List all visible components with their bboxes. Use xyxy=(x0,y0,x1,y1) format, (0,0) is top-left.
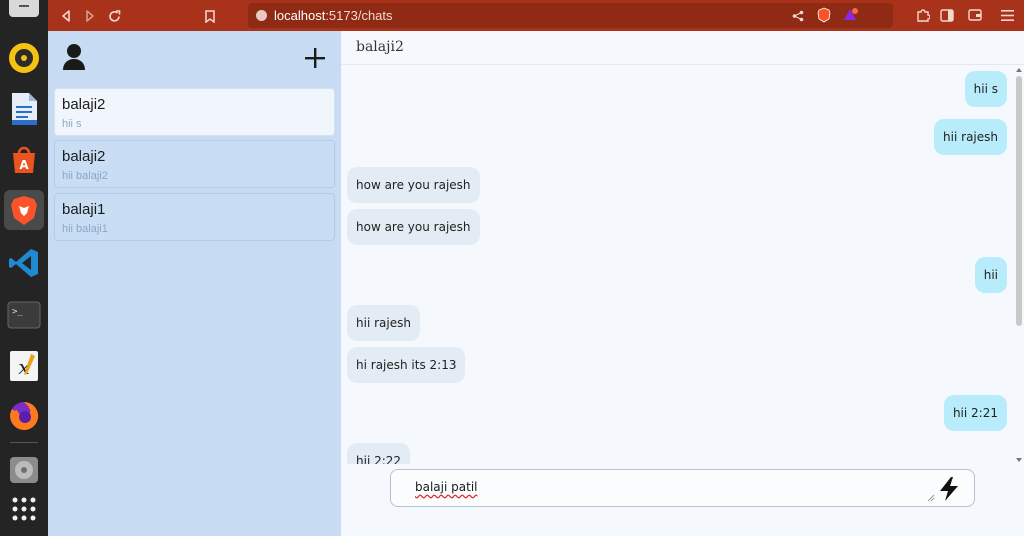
svg-text:A: A xyxy=(19,158,29,172)
share-icon[interactable] xyxy=(790,8,806,24)
chat-header: balaji2 xyxy=(341,31,1024,65)
chat-list-item[interactable]: balaji2 hii s xyxy=(54,88,335,136)
new-chat-plus-icon[interactable] xyxy=(304,47,326,69)
scrollbar-thumb[interactable] xyxy=(1016,76,1022,326)
message-sent: hii rajesh xyxy=(934,119,1007,155)
scroll-down-icon[interactable] xyxy=(1016,458,1022,462)
message-received: how are you rajesh xyxy=(347,209,480,245)
dock: A >_ x xyxy=(0,0,48,536)
url-path: :5173/chats xyxy=(325,8,393,23)
message-sent: hii xyxy=(974,257,1007,293)
messages-scrollbar[interactable] xyxy=(1015,66,1024,464)
wallet-icon[interactable] xyxy=(967,7,983,23)
firefox-icon[interactable] xyxy=(4,396,44,436)
brave-icon[interactable] xyxy=(4,190,44,230)
writer-icon[interactable] xyxy=(4,89,44,129)
rhythmbox-icon[interactable] xyxy=(4,38,44,78)
brave-shields-icon[interactable] xyxy=(816,7,832,23)
chat-name: balaji1 xyxy=(62,201,106,218)
menu-icon[interactable] xyxy=(999,7,1015,23)
xournal-icon[interactable]: x xyxy=(4,346,44,386)
svg-text:>_: >_ xyxy=(12,307,23,317)
message-received: hi rajesh its 2:13 xyxy=(347,347,466,383)
user-avatar-icon[interactable] xyxy=(62,43,86,75)
send-lightning-icon[interactable] xyxy=(937,476,961,502)
reload-icon[interactable] xyxy=(104,6,124,26)
vscode-icon[interactable] xyxy=(4,243,44,283)
chat-name: balaji2 xyxy=(62,96,106,113)
chat-list-item[interactable]: balaji1 hii balaji1 xyxy=(54,193,335,241)
dock-separator xyxy=(10,442,38,443)
chat-last-message: hii s xyxy=(62,118,82,130)
dock-top-item[interactable] xyxy=(4,0,44,26)
screen: A >_ x localhost:5173/chats balaji2 hii … xyxy=(0,0,1024,536)
terminal-icon[interactable]: >_ xyxy=(4,295,44,335)
message-list[interactable]: hii s hii rajesh how are you rajesh how … xyxy=(341,66,1015,464)
chat-panel: balaji2 hii s hii rajesh how are you raj… xyxy=(341,31,1024,536)
chat-sidebar: balaji2 hii s balaji2 hii balaji2 balaji… xyxy=(48,31,341,536)
chat-list-item[interactable]: balaji2 hii balaji2 xyxy=(54,140,335,188)
bookmark-icon[interactable] xyxy=(200,6,220,26)
brave-rewards-icon[interactable] xyxy=(842,7,858,23)
app-center-icon[interactable]: A xyxy=(4,140,44,180)
scroll-up-icon[interactable] xyxy=(1016,68,1022,72)
message-sent: hii 2:21 xyxy=(943,395,1007,431)
extensions-icon[interactable] xyxy=(915,7,931,23)
url-host: localhost xyxy=(274,8,326,23)
resize-grip-icon[interactable] xyxy=(927,494,935,502)
url-text: localhost:5173/chats xyxy=(274,8,393,23)
sidebar-header xyxy=(48,31,341,87)
chat-last-message: hii balaji2 xyxy=(62,170,108,182)
message-composer[interactable]: balaji patil xyxy=(390,469,975,507)
site-info-icon[interactable] xyxy=(256,10,267,21)
sidebar-toggle-icon[interactable] xyxy=(939,7,955,23)
message-received: hii 2:22 xyxy=(347,443,411,464)
message-input[interactable]: balaji patil xyxy=(415,480,477,494)
disc-icon[interactable] xyxy=(4,450,44,490)
address-bar[interactable]: localhost:5173/chats xyxy=(248,3,893,28)
message-received: how are you rajesh xyxy=(347,167,480,203)
apps-grid-icon[interactable] xyxy=(4,489,44,529)
message-received: hii rajesh xyxy=(347,305,420,341)
chat-name: balaji2 xyxy=(62,148,106,165)
forward-icon[interactable] xyxy=(80,6,100,26)
chat-last-message: hii balaji1 xyxy=(62,223,108,235)
back-icon[interactable] xyxy=(56,6,76,26)
chat-title: balaji2 xyxy=(356,39,404,55)
browser-toolbar: localhost:5173/chats xyxy=(48,0,1024,31)
message-sent: hii s xyxy=(964,71,1007,107)
